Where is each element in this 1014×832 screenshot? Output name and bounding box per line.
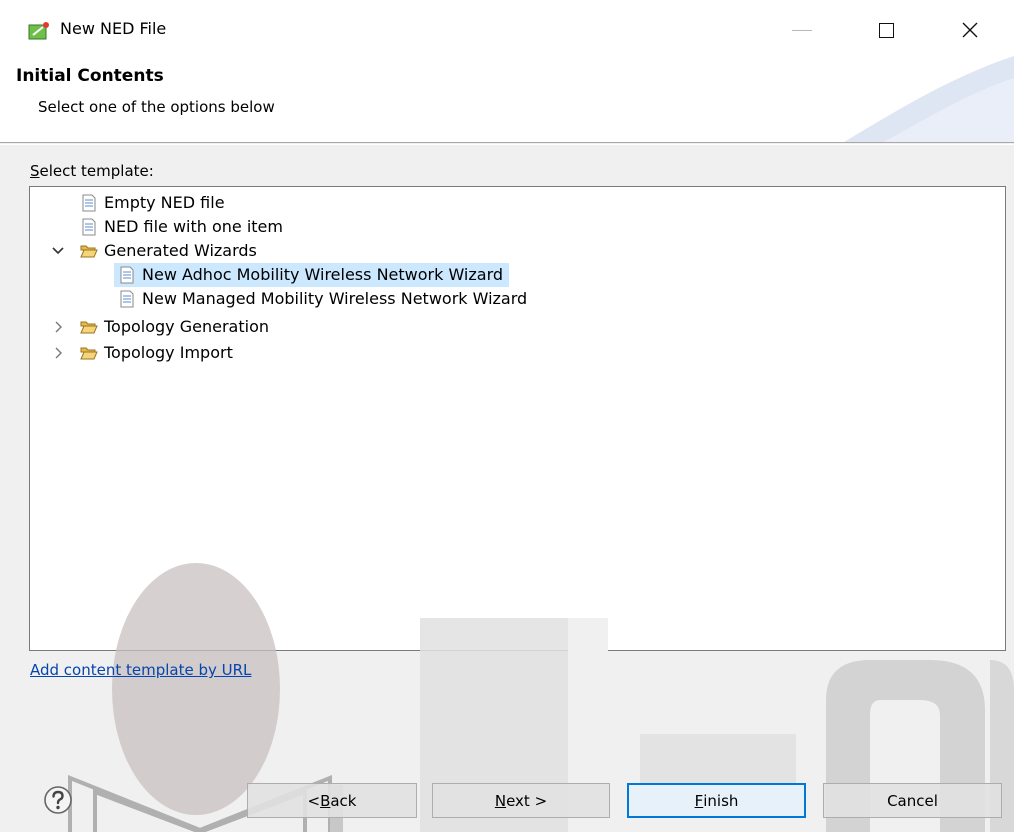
tree-item-topology-import[interactable]: Topology Import bbox=[80, 341, 239, 365]
folder-open-icon bbox=[80, 321, 98, 334]
tree-item-label: New Managed Mobility Wireless Network Wi… bbox=[142, 289, 528, 308]
select-template-label: Select template: bbox=[30, 162, 154, 180]
add-content-template-link[interactable]: Add content template by URL bbox=[30, 661, 251, 679]
select-template-label-text: elect template: bbox=[39, 162, 154, 180]
select-template-mnemonic: S bbox=[30, 162, 40, 180]
new-ned-file-dialog: New NED File Initial Contents Select one… bbox=[0, 0, 1014, 832]
minimize-icon bbox=[792, 29, 812, 31]
help-icon[interactable] bbox=[42, 784, 74, 816]
file-icon bbox=[120, 290, 134, 308]
tree-item-label: Topology Import bbox=[104, 343, 233, 362]
next-button-mnemonic: N bbox=[494, 791, 507, 810]
tree-item-label: New Adhoc Mobility Wireless Network Wiza… bbox=[142, 265, 504, 284]
header-decoration bbox=[844, 56, 1014, 142]
back-button-label: ack bbox=[330, 791, 357, 810]
folder-open-icon bbox=[80, 245, 98, 258]
back-button-mnemonic: B bbox=[320, 791, 331, 810]
folder-open-icon bbox=[80, 347, 98, 360]
tree-item-topology-generation[interactable]: Topology Generation bbox=[80, 315, 275, 339]
cancel-button[interactable]: Cancel bbox=[823, 783, 1002, 818]
title-bar[interactable]: New NED File bbox=[0, 0, 1014, 56]
next-button-label: ext > bbox=[506, 791, 548, 810]
minimize-button[interactable] bbox=[772, 8, 832, 52]
finish-button[interactable]: Finish bbox=[627, 783, 806, 818]
chevron-right-icon[interactable] bbox=[52, 347, 64, 359]
header-divider bbox=[0, 144, 1014, 145]
close-button[interactable] bbox=[940, 8, 1000, 52]
tree-item-label: Generated Wizards bbox=[104, 241, 257, 260]
finish-button-mnemonic: F bbox=[694, 791, 704, 810]
ned-file-wizard-icon bbox=[28, 22, 49, 40]
page-description: Select one of the options below bbox=[38, 98, 275, 116]
template-tree[interactable]: Empty NED file NED file with one item Ge… bbox=[29, 186, 1006, 651]
maximize-icon bbox=[878, 22, 894, 38]
tree-item-new-adhoc-mobility-wizard[interactable]: New Adhoc Mobility Wireless Network Wiza… bbox=[114, 263, 510, 287]
tree-item-label: NED file with one item bbox=[104, 217, 283, 236]
file-icon bbox=[82, 194, 96, 212]
tree-item-label: Empty NED file bbox=[104, 193, 225, 212]
chevron-right-icon[interactable] bbox=[52, 321, 64, 333]
wizard-header: Initial Contents Select one of the optio… bbox=[0, 56, 1014, 143]
finish-button-label: inish bbox=[703, 791, 739, 810]
tree-item-new-managed-mobility-wizard[interactable]: New Managed Mobility Wireless Network Wi… bbox=[118, 287, 533, 311]
tree-item-ned-file-with-one-item[interactable]: NED file with one item bbox=[80, 215, 289, 239]
back-button-prefix: < bbox=[307, 791, 321, 810]
close-icon bbox=[962, 22, 978, 38]
file-icon bbox=[120, 266, 134, 284]
maximize-button[interactable] bbox=[856, 8, 916, 52]
back-button[interactable]: < Back bbox=[247, 783, 417, 818]
next-button[interactable]: Next > bbox=[432, 783, 610, 818]
tree-item-label: Topology Generation bbox=[104, 317, 269, 336]
window-title: New NED File bbox=[60, 19, 167, 38]
file-icon bbox=[82, 218, 96, 236]
chevron-down-icon[interactable] bbox=[52, 245, 64, 257]
tree-item-generated-wizards[interactable]: Generated Wizards bbox=[80, 239, 263, 263]
page-title: Initial Contents bbox=[16, 66, 164, 86]
tree-item-empty-ned-file[interactable]: Empty NED file bbox=[80, 191, 231, 215]
